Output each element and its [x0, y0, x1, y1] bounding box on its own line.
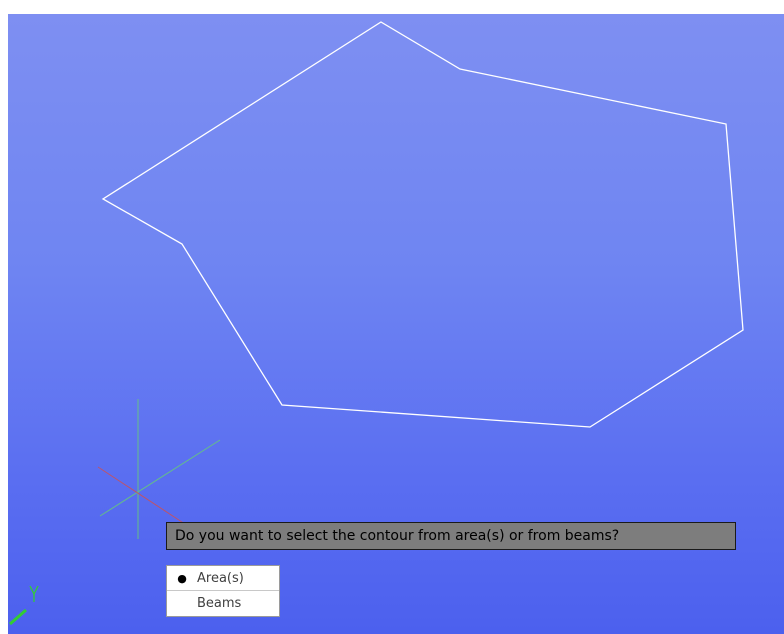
contour-polygon[interactable] [101, 21, 744, 428]
axis-indicator [9, 585, 39, 626]
option-label: Area(s) [197, 570, 244, 586]
command-prompt: Do you want to select the contour from a… [166, 522, 736, 550]
option-beams[interactable]: Beams [167, 591, 279, 616]
options-list: ● Area(s) Beams [166, 565, 280, 617]
ucs-crosshair [97, 399, 221, 539]
option-label: Beams [197, 596, 242, 611]
selected-bullet-icon: ● [177, 571, 187, 585]
prompt-question: Do you want to select the contour from a… [175, 528, 620, 544]
option-areas[interactable]: ● Area(s) [167, 566, 279, 591]
